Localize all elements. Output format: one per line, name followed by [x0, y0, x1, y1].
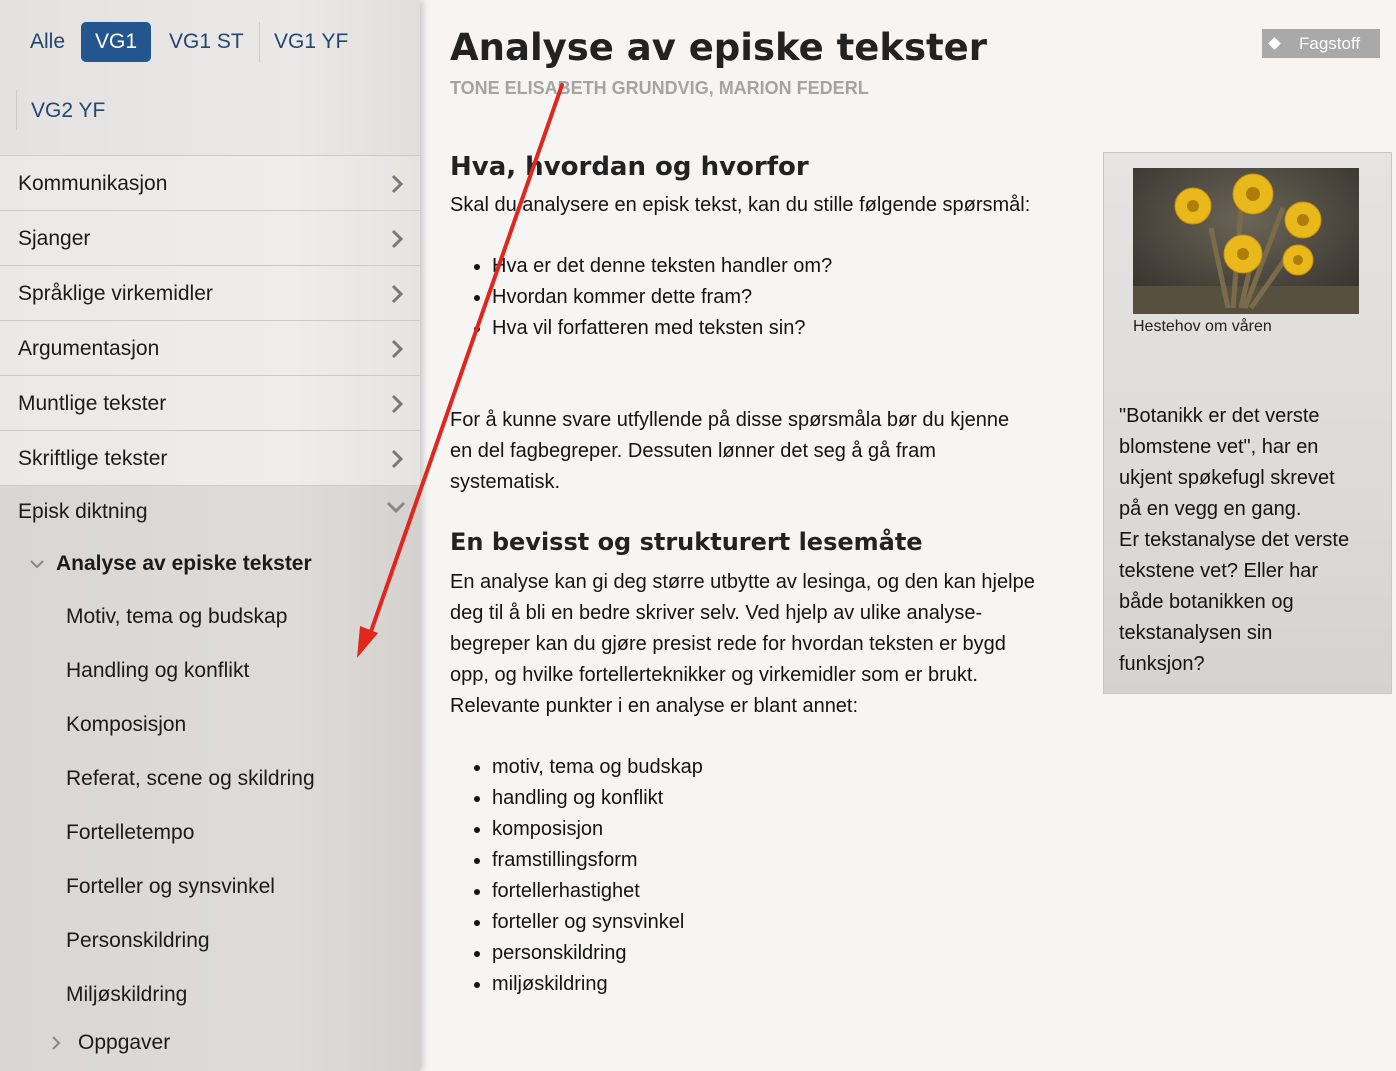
article-authors: TONE ELISABETH GRUNDVIG, MARION FEDERL: [450, 78, 869, 98]
chevron-right-icon: [388, 211, 406, 266]
paragraph: For å kunne svare utfyllende på disse sp…: [450, 405, 1009, 498]
chevron-down-icon[interactable]: [386, 500, 406, 518]
photo-caption: Hestehov om våren: [1133, 318, 1272, 335]
list-item: framstillingsform: [472, 845, 703, 876]
nav-tasks-item[interactable]: Oppgaver: [78, 1031, 170, 1055]
level-vg2yf-tab[interactable]: VG2 YF: [31, 91, 105, 131]
chevron-right-icon: [52, 1036, 61, 1055]
tag-icon: [1268, 37, 1281, 50]
nav-item-spraklige-virkemidler[interactable]: Språklige virkemidler: [0, 266, 420, 321]
nav-item-label: Kommunikasjon: [18, 172, 168, 195]
chevron-right-icon: [388, 376, 406, 431]
section-heading: En bevisst og strukturert lesemåte: [450, 528, 923, 556]
nav-item-argumentasjon[interactable]: Argumentasjon: [0, 321, 420, 376]
chevron-right-icon: [388, 431, 406, 486]
nav-section-episk-diktning: Episk diktning Analyse av episke tekster…: [0, 486, 420, 1071]
nav-item-sjanger[interactable]: Sjanger: [0, 211, 420, 266]
question-list: Hva er det denne teksten handler om? Hvo…: [472, 251, 832, 344]
quote-line: Er tekstanalyse det verste: [1119, 529, 1350, 551]
nav-item-muntlige-tekster[interactable]: Muntlige tekster: [0, 376, 420, 431]
nav-sub-item[interactable]: Motiv, tema og budskap: [66, 605, 287, 629]
analysis-points-list: motiv, tema og budskap handling og konfl…: [472, 752, 703, 1000]
list-item: fortellerhastighet: [472, 876, 703, 907]
list-item: miljøskildring: [472, 969, 703, 1000]
quote-line: tekstanalysen sin: [1119, 622, 1273, 644]
paragraph-line: en del fagbegreper. Dessuten lønner det …: [450, 440, 936, 462]
page-title: Analyse av episke tekster: [450, 26, 988, 69]
level-vg1yf-tab[interactable]: VG1 YF: [274, 22, 348, 62]
nav-item-label: Muntlige tekster: [18, 392, 167, 415]
paragraph-line: For å kunne svare utfyllende på disse sp…: [450, 409, 1010, 431]
paragraph-line: deg til å bli en bedre skriver selv. Ved…: [450, 602, 983, 624]
nav-section-title[interactable]: Episk diktning: [18, 500, 148, 524]
paragraph-line: systematisk.: [450, 471, 561, 493]
quote-line: "Botanikk er det verste: [1119, 405, 1320, 427]
section-heading: Hva, hvordan og hvorfor: [450, 152, 809, 182]
quote-line: funksjon?: [1119, 653, 1205, 675]
paragraph-line: opp, og hvilke fortellerteknikker og vir…: [450, 664, 978, 686]
list-item: komposisjon: [472, 814, 703, 845]
aside-box: Hestehov om våren "Botanikk er det verst…: [1103, 152, 1392, 694]
list-item: motiv, tema og budskap: [472, 752, 703, 783]
nav-sub-item[interactable]: Personskildring: [66, 929, 210, 953]
article: Analyse av episke tekster TONE ELISABETH…: [450, 0, 1396, 1071]
list-item: personskildring: [472, 938, 703, 969]
level-all-tab[interactable]: Alle: [30, 22, 65, 62]
flower-photo[interactable]: [1133, 168, 1359, 314]
paragraph: En analyse kan gi deg større utbytte av …: [450, 567, 1035, 722]
topic-nav: Kommunikasjon Sjanger Språklige virkemid…: [0, 155, 420, 486]
nav-sub-item[interactable]: Forteller og synsvinkel: [66, 875, 275, 899]
chevron-right-icon: [388, 321, 406, 376]
nav-item-label: Argumentasjon: [18, 337, 160, 360]
chevron-right-icon: [388, 266, 406, 321]
paragraph-line: En analyse kan gi deg større utbytte av …: [450, 571, 1035, 593]
quote-line: på en vegg en gang.: [1119, 498, 1302, 520]
nav-item-skriftlige-tekster[interactable]: Skriftlige tekster: [0, 431, 420, 486]
nav-active-item[interactable]: Analyse av episke tekster: [56, 552, 312, 576]
list-item: forteller og synsvinkel: [472, 907, 703, 938]
nav-item-label: Skriftlige tekster: [18, 447, 168, 470]
nav-sub-item[interactable]: Miljøskildring: [66, 983, 187, 1007]
chevron-right-icon: [388, 156, 406, 211]
nav-sub-item[interactable]: Handling og konflikt: [66, 659, 249, 683]
list-item: handling og konflikt: [472, 783, 703, 814]
chevron-down-icon: [30, 556, 44, 574]
nav-sub-item[interactable]: Fortelletempo: [66, 821, 194, 845]
nav-sub-item[interactable]: Komposisjon: [66, 713, 186, 737]
fagstoff-badge[interactable]: Fagstoff: [1262, 29, 1380, 58]
quote-line: ukjent spøkefugl skrevet: [1119, 467, 1335, 489]
paragraph-line: begreper kan du gjøre presist rede for h…: [450, 633, 1006, 655]
divider: [259, 22, 260, 62]
quote-line: blomstene vet", har en: [1119, 436, 1319, 458]
aside-quote: "Botanikk er det verste blomstene vet", …: [1119, 401, 1381, 680]
level-vg1st-tab[interactable]: VG1 ST: [169, 22, 244, 62]
list-item: Hvordan kommer dette fram?: [472, 282, 832, 313]
quote-line: både botanikken og: [1119, 591, 1294, 613]
sidebar: Alle VG1 VG1 ST VG1 YF VG2 YF Kommunikas…: [0, 0, 420, 1071]
paragraph: Skal du analysere en episk tekst, kan du…: [450, 194, 1031, 216]
nav-item-kommunikasjon[interactable]: Kommunikasjon: [0, 156, 420, 211]
nav-item-label: Sjanger: [18, 227, 91, 250]
level-filter: Alle VG1 VG1 ST VG1 YF VG2 YF: [0, 0, 420, 155]
divider: [16, 90, 17, 130]
list-item: Hva er det denne teksten handler om?: [472, 251, 832, 282]
badge-label: Fagstoff: [1299, 34, 1361, 53]
quote-line: tekstene vet? Eller har: [1119, 560, 1318, 582]
paragraph-line: Relevante punkter i en analyse er blant …: [450, 695, 859, 717]
list-item: Hva vil forfatteren med teksten sin?: [472, 313, 832, 344]
nav-sub-item[interactable]: Referat, scene og skildring: [66, 767, 315, 791]
level-vg1-tab[interactable]: VG1: [81, 22, 152, 62]
nav-item-label: Språklige virkemidler: [18, 282, 213, 305]
